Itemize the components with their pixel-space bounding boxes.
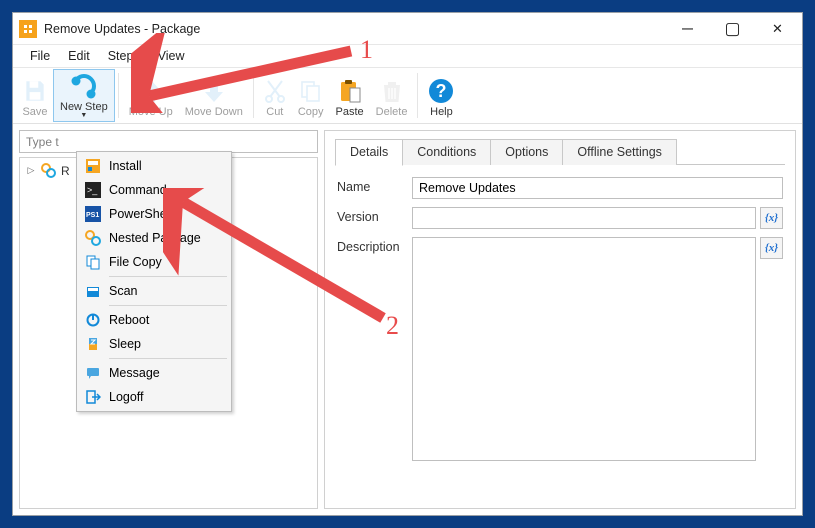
dd-sleep[interactable]: Sleep <box>79 332 229 356</box>
file-copy-icon <box>79 254 107 270</box>
tab-offline-settings[interactable]: Offline Settings <box>562 139 677 165</box>
tab-conditions[interactable]: Conditions <box>402 139 491 165</box>
toolbar-separator <box>118 73 119 118</box>
chevron-down-icon: ▼ <box>80 113 87 118</box>
save-icon <box>22 76 48 106</box>
svg-text:PS1: PS1 <box>86 212 99 219</box>
message-icon <box>79 365 107 381</box>
move-down-button[interactable]: Move Down <box>179 70 249 121</box>
version-template-button[interactable]: {x} <box>760 207 783 229</box>
description-field[interactable] <box>412 237 756 461</box>
svg-text:?: ? <box>436 81 447 101</box>
details-form: Name Version {x} Description {x} <box>335 165 785 469</box>
tab-details[interactable]: Details <box>335 139 403 166</box>
name-label: Name <box>337 177 412 194</box>
help-icon: ? <box>428 76 454 106</box>
tab-options[interactable]: Options <box>490 139 563 165</box>
annotation-label-1: 1 <box>360 35 373 65</box>
menu-file[interactable]: File <box>21 46 59 66</box>
menu-view[interactable]: View <box>149 46 194 66</box>
dd-scan[interactable]: Scan <box>79 279 229 303</box>
sleep-icon <box>79 336 107 352</box>
copy-button[interactable]: Copy <box>292 70 330 121</box>
package-icon <box>41 163 56 178</box>
dd-message[interactable]: Message <box>79 361 229 385</box>
new-step-dropdown: Install >_ Command PS1 PowerShell Nested… <box>76 151 232 412</box>
move-down-icon <box>203 76 225 106</box>
tabstrip: Details Conditions Options Offline Setti… <box>335 139 785 165</box>
version-field[interactable] <box>412 207 756 229</box>
toolbar-separator <box>253 73 254 118</box>
svg-text:>_: >_ <box>87 185 98 195</box>
app-icon <box>19 20 37 38</box>
delete-icon <box>381 76 403 106</box>
name-field[interactable] <box>412 177 783 199</box>
dd-powershell[interactable]: PS1 PowerShell <box>79 202 229 226</box>
install-icon <box>79 158 107 174</box>
new-step-icon <box>69 72 99 101</box>
powershell-icon: PS1 <box>79 206 107 222</box>
toolbar: Save New Step ▼ Move Up Mo <box>13 68 802 124</box>
annotation-label-2: 2 <box>386 311 399 341</box>
dropdown-separator <box>109 305 227 306</box>
window-controls <box>665 14 800 43</box>
maximize-button[interactable] <box>710 14 755 43</box>
copy-icon <box>299 76 323 106</box>
filter-input[interactable] <box>19 130 318 153</box>
menu-edit[interactable]: Edit <box>59 46 99 66</box>
command-icon: >_ <box>79 182 107 198</box>
tree-root-label: R <box>61 164 70 178</box>
menubar: File Edit Steps View <box>13 44 802 68</box>
app-window: Remove Updates - Package File Edit Steps… <box>12 12 803 516</box>
titlebar: Remove Updates - Package <box>13 13 802 44</box>
new-step-button[interactable]: New Step ▼ <box>54 70 114 121</box>
minimize-button[interactable] <box>665 14 710 43</box>
help-button[interactable]: ? Help <box>422 70 460 121</box>
close-button[interactable] <box>755 14 800 43</box>
nested-package-icon <box>79 230 107 246</box>
dd-install[interactable]: Install <box>79 154 229 178</box>
dd-file-copy[interactable]: File Copy <box>79 250 229 274</box>
description-label: Description <box>337 237 412 254</box>
cut-button[interactable]: Cut <box>258 70 292 121</box>
dd-nested-package[interactable]: Nested Package <box>79 226 229 250</box>
scan-icon <box>79 283 107 299</box>
dd-reboot[interactable]: Reboot <box>79 308 229 332</box>
delete-button[interactable]: Delete <box>370 70 414 121</box>
dropdown-separator <box>109 358 227 359</box>
paste-button[interactable]: Paste <box>330 70 370 121</box>
version-label: Version <box>337 207 412 224</box>
toolbar-separator <box>417 73 418 118</box>
reboot-icon <box>79 312 107 328</box>
move-up-button[interactable]: Move Up <box>123 70 179 121</box>
description-template-button[interactable]: {x} <box>760 237 783 259</box>
menu-steps[interactable]: Steps <box>99 46 149 66</box>
paste-icon <box>338 76 362 106</box>
dd-command[interactable]: >_ Command <box>79 178 229 202</box>
window-title: Remove Updates - Package <box>44 22 665 36</box>
cut-icon <box>264 76 286 106</box>
expand-icon[interactable]: ▷ <box>26 165 36 176</box>
move-up-icon <box>140 76 162 106</box>
dropdown-separator <box>109 276 227 277</box>
save-button[interactable]: Save <box>16 70 54 121</box>
logoff-icon <box>79 389 107 405</box>
dd-logoff[interactable]: Logoff <box>79 385 229 409</box>
